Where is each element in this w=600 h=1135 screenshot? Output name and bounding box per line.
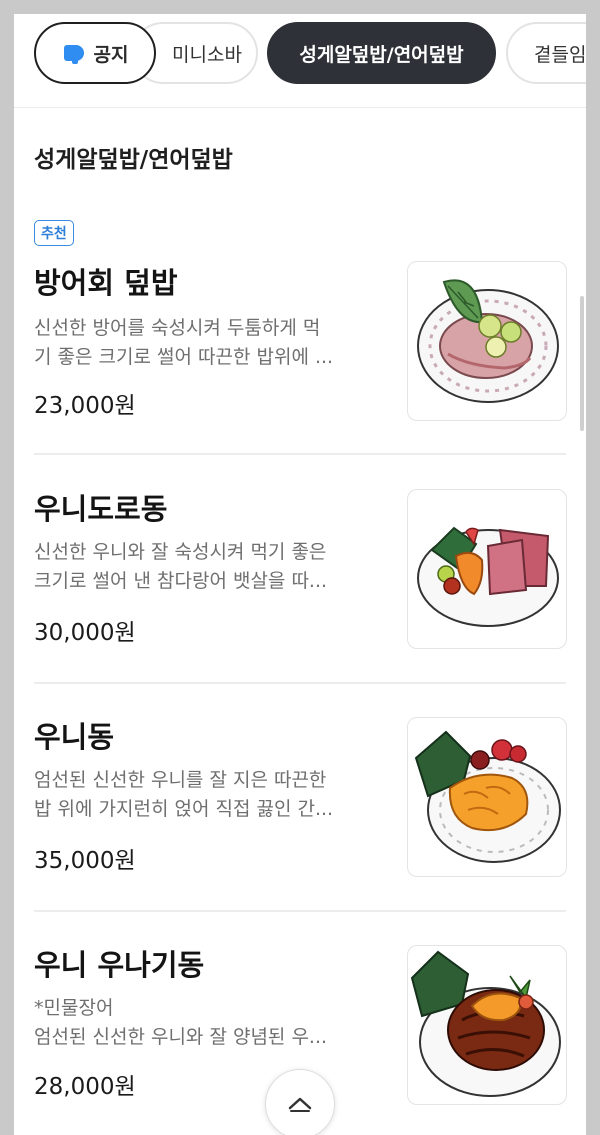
notice-button[interactable]: 공지: [34, 22, 156, 84]
description-line: *민물장어: [34, 997, 114, 1019]
uni-eel-bowl-image: [407, 945, 567, 1105]
uni-bowl-image: [407, 717, 567, 877]
menu-item-name: 우니 우나기동: [34, 948, 205, 982]
menu-item-price: 35,000원: [34, 848, 136, 874]
description-line: 엄선된 신선한 우니와 잘 양념된 우...: [34, 1026, 328, 1048]
menu-item[interactable]: 우니도로동 신선한 우니와 잘 숙성시켜 먹기 좋은 크기로 썰어 낸 참다랑어…: [34, 476, 567, 704]
category-tabs: 미니소바 공지 성게알덮밥/연어덮밥 곁들임메: [14, 14, 586, 108]
scroll-to-top-button[interactable]: [265, 1069, 335, 1135]
menu-item-price: 23,000원: [34, 393, 136, 419]
menu-item-description: *민물장어 엄선된 신선한 우니와 잘 양념된 우...: [34, 994, 379, 1052]
tab-side-dishes[interactable]: 곁들임메: [506, 22, 586, 84]
recommended-badge: 추천: [34, 220, 74, 246]
app-frame: 미니소바 공지 성게알덮밥/연어덮밥 곁들임메 성게알덮밥/연어덮밥 추천 방어…: [14, 14, 586, 1135]
chevron-up-icon: [288, 1097, 312, 1112]
description-line: 신선한 우니와 잘 숙성시켜 먹기 좋은: [34, 541, 327, 563]
menu-item-name: 방어회 덮밥: [34, 266, 178, 300]
divider: [34, 453, 566, 455]
menu-item[interactable]: 추천 방어회 덮밥 신선한 방어를 숙성시켜 두툼하게 먹 기 좋은 크기로 썰…: [34, 220, 567, 448]
uni-toro-bowl-image: [407, 489, 567, 649]
menu-item-name: 우니도로동: [34, 492, 168, 526]
description-line: 밥 위에 가지런히 얹어 직접 끓인 간...: [34, 798, 334, 820]
yellowtail-bowl-image: [407, 261, 567, 421]
scrollbar[interactable]: [580, 296, 584, 431]
menu-item-price: 30,000원: [34, 620, 136, 646]
description-line: 크기로 썰어 낸 참다랑어 뱃살을 따...: [34, 570, 328, 592]
notice-label: 공지: [93, 43, 129, 66]
section-title: 성게알덮밥/연어덮밥: [34, 147, 233, 173]
menu-item-price: 28,000원: [34, 1074, 136, 1100]
description-line: 엄선된 신선한 우니를 잘 지은 따끈한: [34, 769, 327, 791]
menu-item-name: 우니동: [34, 720, 115, 754]
menu-item-description: 신선한 방어를 숙성시켜 두툼하게 먹 기 좋은 크기로 썰어 따끈한 밥위에 …: [34, 314, 379, 372]
megaphone-icon: [62, 44, 86, 64]
divider: [34, 910, 566, 912]
tab-uni-salmon-bowl[interactable]: 성게알덮밥/연어덮밥: [267, 22, 496, 84]
menu-item[interactable]: 우니동 엄선된 신선한 우니를 잘 지은 따끈한 밥 위에 가지런히 얹어 직접…: [34, 704, 567, 932]
menu-item-description: 신선한 우니와 잘 숙성시켜 먹기 좋은 크기로 썰어 낸 참다랑어 뱃살을 따…: [34, 538, 379, 596]
description-line: 신선한 방어를 숙성시켜 두툼하게 먹: [34, 317, 321, 339]
description-line: 기 좋은 크기로 썰어 따끈한 밥위에 ...: [34, 346, 334, 368]
menu-item-description: 엄선된 신선한 우니를 잘 지은 따끈한 밥 위에 가지런히 얹어 직접 끓인 …: [34, 766, 379, 824]
divider: [34, 682, 566, 684]
